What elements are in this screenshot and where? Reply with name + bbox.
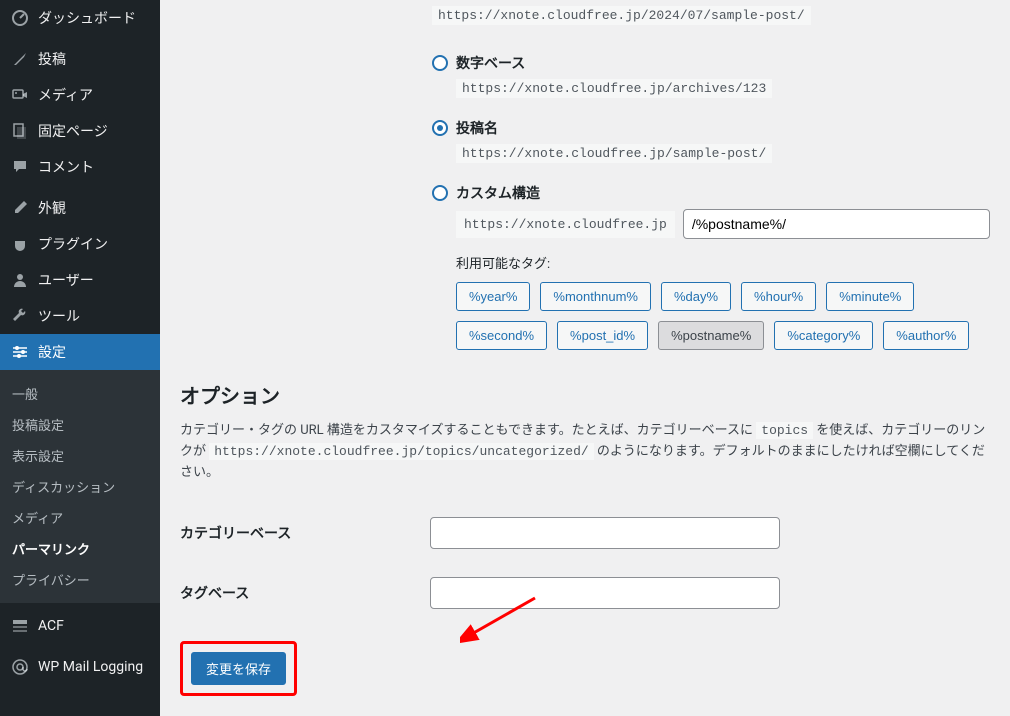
optional-heading: オプション xyxy=(180,380,990,409)
sidebar-item-label: WP Mail Logging xyxy=(38,659,143,675)
sidebar-item-appearance[interactable]: 外観 xyxy=(0,190,160,226)
permalink-option-custom[interactable]: カスタム構造 https://xnote.cloudfree.jp 利用可能なタ… xyxy=(432,183,990,350)
sidebar-item-label: ACF xyxy=(38,618,64,634)
submenu-item-general[interactable]: 一般 xyxy=(0,378,160,409)
sidebar-item-label: ダッシュボード xyxy=(38,8,136,28)
permalink-example-day-name: https://xnote.cloudfree.jp/2024/07/sampl… xyxy=(432,6,811,25)
settings-submenu: 一般 投稿設定 表示設定 ディスカッション メディア パーマリンク プライバシー xyxy=(0,370,160,603)
code-topics: topics xyxy=(756,422,813,439)
user-icon xyxy=(10,270,30,290)
dashboard-icon xyxy=(10,8,30,28)
tag-base-label: タグベース xyxy=(180,563,430,623)
permalink-numeric-label: 数字ベース xyxy=(456,53,990,73)
tag-hour[interactable]: %hour% xyxy=(741,282,816,311)
sidebar-item-users[interactable]: ユーザー xyxy=(0,262,160,298)
main-content: https://xnote.cloudfree.jp/2024/07/sampl… xyxy=(160,0,1010,716)
permalink-tag-list: %year% %monthnum% %day% %hour% %minute% … xyxy=(456,282,990,350)
page-icon xyxy=(10,121,30,141)
tag-base-input[interactable] xyxy=(430,577,780,609)
submenu-item-privacy[interactable]: プライバシー xyxy=(0,564,160,595)
sidebar-item-acf[interactable]: ACF xyxy=(0,608,160,644)
sliders-icon xyxy=(10,342,30,362)
submenu-item-reading[interactable]: 表示設定 xyxy=(0,440,160,471)
radio-postname[interactable] xyxy=(432,120,448,136)
sidebar-item-dashboard[interactable]: ダッシュボード xyxy=(0,0,160,36)
permalink-custom-input[interactable] xyxy=(683,209,990,239)
optional-description: カテゴリー・タグの URL 構造をカスタマイズすることもできます。たとえば、カテ… xyxy=(180,421,990,483)
permalink-example-numeric: https://xnote.cloudfree.jp/archives/123 xyxy=(456,79,772,98)
permalink-example-postname: https://xnote.cloudfree.jp/sample-post/ xyxy=(456,144,772,163)
tag-category[interactable]: %category% xyxy=(774,321,873,350)
radio-numeric[interactable] xyxy=(432,55,448,71)
wrench-icon xyxy=(10,306,30,326)
sidebar-item-label: 投稿 xyxy=(38,49,66,69)
media-icon xyxy=(10,85,30,105)
save-changes-button[interactable]: 変更を保存 xyxy=(191,652,286,685)
tag-author[interactable]: %author% xyxy=(883,321,969,350)
sidebar-item-settings[interactable]: 設定 xyxy=(0,334,160,370)
sidebar-item-media[interactable]: メディア xyxy=(0,77,160,113)
submenu-item-discussion[interactable]: ディスカッション xyxy=(0,471,160,502)
tags-available-label: 利用可能なタグ: xyxy=(456,253,990,272)
submit-highlight: 変更を保存 xyxy=(180,641,297,696)
admin-sidebar: ダッシュボード 投稿 メディア 固定ページ コメント xyxy=(0,0,160,716)
submenu-item-permalinks[interactable]: パーマリンク xyxy=(0,533,160,564)
sidebar-item-label: メディア xyxy=(38,85,93,105)
category-base-label: カテゴリーベース xyxy=(180,503,430,563)
sidebar-item-plugins[interactable]: プラグイン xyxy=(0,226,160,262)
tag-minute[interactable]: %minute% xyxy=(826,282,914,311)
acf-icon xyxy=(10,616,30,636)
pin-icon xyxy=(10,49,30,69)
radio-custom[interactable] xyxy=(432,185,448,201)
plug-icon xyxy=(10,234,30,254)
permalink-custom-label: カスタム構造 xyxy=(456,183,990,203)
tag-second[interactable]: %second% xyxy=(456,321,547,350)
sidebar-item-label: 固定ページ xyxy=(38,121,108,141)
sidebar-item-wp-mail-logging[interactable]: WP Mail Logging xyxy=(0,649,160,685)
sidebar-item-label: 外観 xyxy=(38,198,66,218)
sidebar-item-tools[interactable]: ツール xyxy=(0,298,160,334)
tag-post-id[interactable]: %post_id% xyxy=(557,321,648,350)
category-base-input[interactable] xyxy=(430,517,780,549)
permalink-custom-base: https://xnote.cloudfree.jp xyxy=(456,211,675,238)
tag-year[interactable]: %year% xyxy=(456,282,530,311)
at-icon xyxy=(10,657,30,677)
code-example-url: https://xnote.cloudfree.jp/topics/uncate… xyxy=(209,443,593,460)
brush-icon xyxy=(10,198,30,218)
permalink-option-numeric[interactable]: 数字ベース https://xnote.cloudfree.jp/archive… xyxy=(432,53,990,112)
permalink-postname-label: 投稿名 xyxy=(456,118,990,138)
sidebar-item-pages[interactable]: 固定ページ xyxy=(0,113,160,149)
sidebar-item-label: プラグイン xyxy=(38,234,108,254)
submenu-item-media[interactable]: メディア xyxy=(0,502,160,533)
sidebar-item-label: コメント xyxy=(38,157,94,177)
tag-postname[interactable]: %postname% xyxy=(658,321,764,350)
sidebar-item-label: ユーザー xyxy=(38,270,94,290)
optional-table: カテゴリーベース タグベース xyxy=(180,503,990,623)
tag-monthnum[interactable]: %monthnum% xyxy=(540,282,651,311)
sidebar-item-label: ツール xyxy=(38,306,80,326)
permalink-option-postname[interactable]: 投稿名 https://xnote.cloudfree.jp/sample-po… xyxy=(432,118,990,177)
submenu-item-writing[interactable]: 投稿設定 xyxy=(0,409,160,440)
tag-day[interactable]: %day% xyxy=(661,282,731,311)
sidebar-item-label: 設定 xyxy=(38,342,66,362)
sidebar-item-posts[interactable]: 投稿 xyxy=(0,41,160,77)
comment-icon xyxy=(10,157,30,177)
sidebar-item-comments[interactable]: コメント xyxy=(0,149,160,185)
